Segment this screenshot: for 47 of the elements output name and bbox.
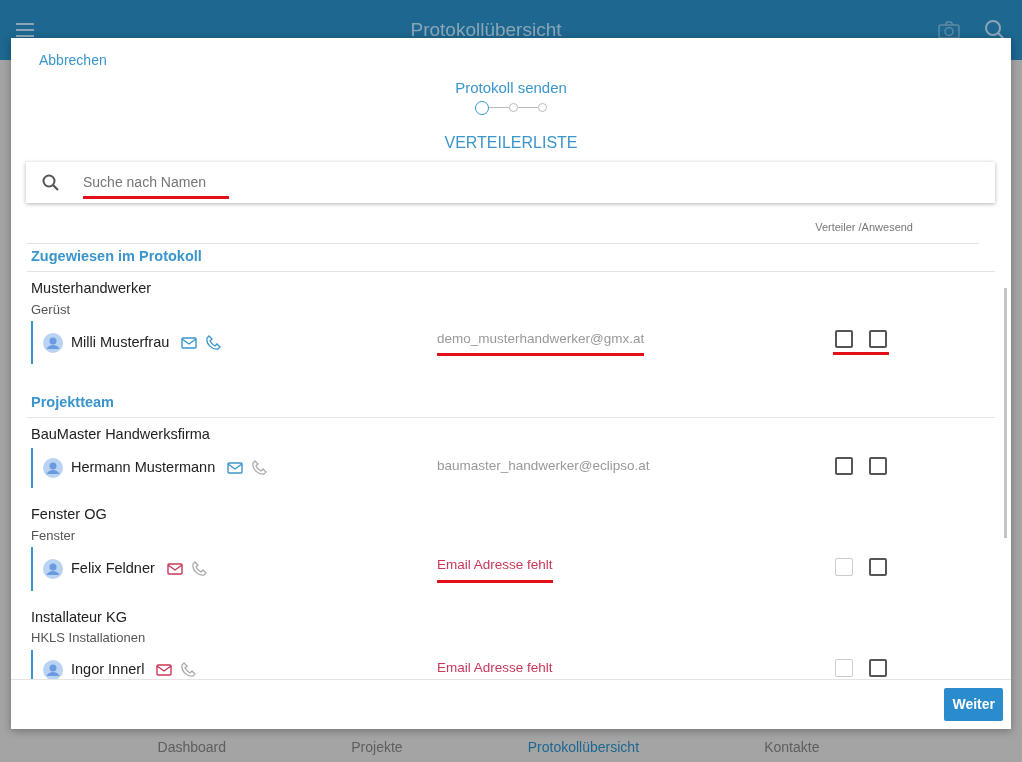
checkbox[interactable] <box>869 557 887 576</box>
section-heading: VERTEILERLISTE <box>444 132 578 153</box>
company-trade: HKLS Installationen <box>31 629 147 648</box>
checkbox[interactable] <box>869 456 887 475</box>
company-trade: Gerüst <box>31 300 71 319</box>
phone-icon[interactable] <box>205 334 222 351</box>
search-icon <box>42 173 59 191</box>
warning-text: Email Adresse fehlt <box>437 555 553 583</box>
section-title: Zugewiesen im Protokoll <box>27 244 995 272</box>
cancel-link[interactable]: Abbrechen <box>39 50 107 71</box>
step-title: Protokoll senden <box>455 78 567 98</box>
checkbox[interactable] <box>835 456 853 475</box>
company-name: Fenster OG <box>31 505 108 524</box>
contact-name: Felix Feldner <box>71 559 155 578</box>
contact-name: Ingor Innerl <box>71 660 145 679</box>
checkbox[interactable] <box>869 330 887 349</box>
checkbox[interactable] <box>835 330 853 349</box>
column-header: Verteiler /Anwesend <box>815 219 913 235</box>
camera-icon[interactable] <box>938 21 960 39</box>
company-name: BauMaster Handwerksfirma <box>31 425 211 444</box>
next-button[interactable]: Weiter <box>944 688 1003 721</box>
company-name: Musterhandwerker <box>31 278 153 298</box>
contact-name: Milli Musterfrau <box>71 332 170 352</box>
avatar-icon <box>43 457 63 478</box>
avatar-icon <box>43 332 63 353</box>
mail-icon[interactable] <box>166 562 183 575</box>
company-trade: Fenster <box>31 526 77 545</box>
nav-tab[interactable]: Protokollübersicht <box>527 739 640 755</box>
scrollbar[interactable] <box>1004 288 1007 538</box>
menu-icon[interactable] <box>16 23 34 37</box>
section-title: Projektteam <box>27 390 995 418</box>
avatar-icon <box>43 558 63 579</box>
nav-tab[interactable]: Kontakte <box>764 739 820 755</box>
nav-tab[interactable]: Projekte <box>351 739 403 755</box>
contact-name: Hermann Mustermann <box>71 458 216 477</box>
nav-tab[interactable]: Dashboard <box>157 739 227 755</box>
mail-icon[interactable] <box>156 663 173 676</box>
mail-icon[interactable] <box>227 461 244 474</box>
contact-email: demo_musterhandwerker@gmx.at <box>437 329 645 357</box>
search-icon[interactable] <box>984 19 1006 41</box>
app-title: Protokollübersicht <box>410 17 562 42</box>
checkbox[interactable] <box>869 658 887 677</box>
avatar-icon <box>43 659 63 679</box>
warning-text: Email Adresse fehlt <box>437 658 553 677</box>
mail-icon[interactable] <box>181 336 198 349</box>
company-name: Installateur KG <box>31 607 128 627</box>
contact-email: baumaster_handwerker@eclipso.at <box>437 456 650 475</box>
